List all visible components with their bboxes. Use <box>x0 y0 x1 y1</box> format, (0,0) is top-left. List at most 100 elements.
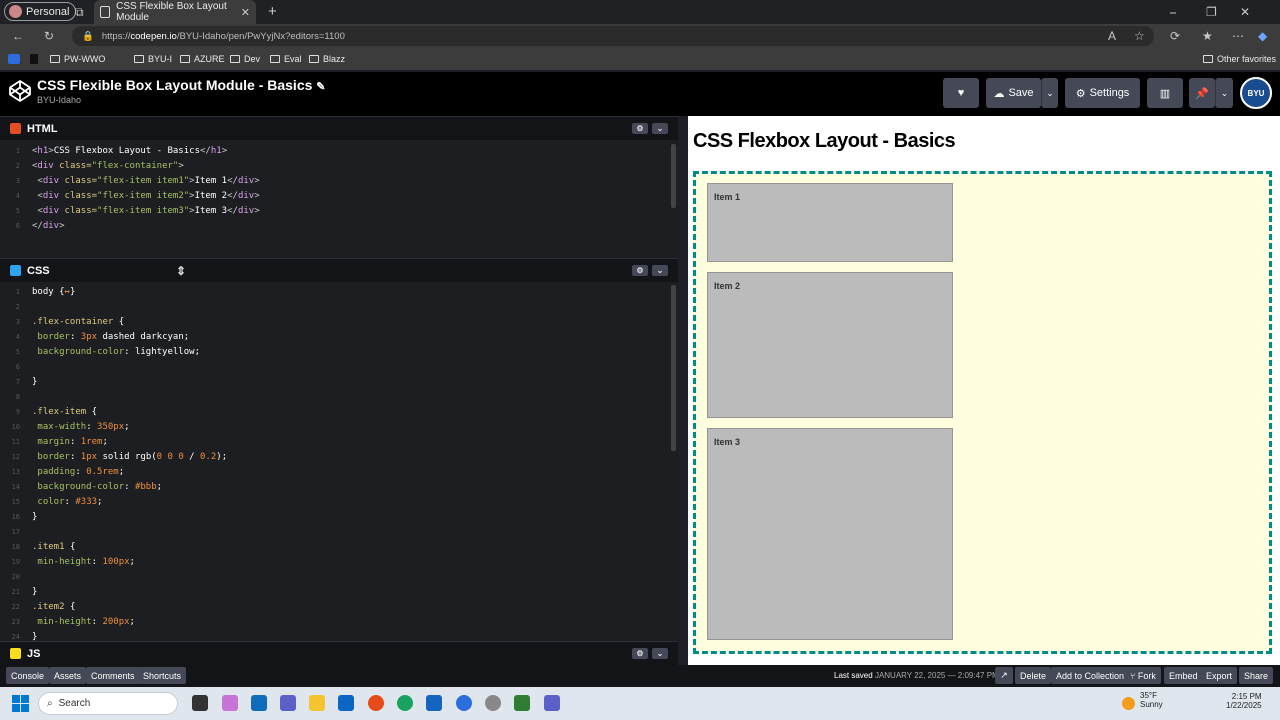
favorite-star-icon[interactable]: ☆ <box>1134 24 1145 48</box>
shortcuts-button[interactable]: Shortcuts <box>138 667 187 684</box>
code-line[interactable]: 5 background-color: lightyellow; <box>0 345 670 360</box>
code-line[interactable]: 22 .item2 { <box>0 600 670 615</box>
code-line[interactable]: 8 <box>0 390 670 405</box>
edit-pencil-icon[interactable]: ✎ <box>316 81 325 93</box>
assets-button[interactable]: Assets <box>49 667 87 684</box>
code-line[interactable]: 3 .flex-container { <box>0 315 670 330</box>
outlook-icon[interactable] <box>251 695 267 711</box>
code-line[interactable]: 3 <div class="flex-item item1">Item 1</d… <box>0 174 670 189</box>
html-scrollbar[interactable] <box>671 144 676 208</box>
comments-button[interactable]: Comments <box>86 667 140 684</box>
edge-icon[interactable] <box>397 695 413 711</box>
weather-widget[interactable]: 35°F Sunny <box>1140 691 1163 709</box>
code-line[interactable]: 2 <div class="flex-container"> <box>0 159 670 174</box>
codepen-logo-icon[interactable] <box>8 79 32 103</box>
file-explorer-icon[interactable] <box>309 695 325 711</box>
resize-handle-icon[interactable]: ⇕ <box>176 264 186 278</box>
minimize-icon[interactable]: ⎯ <box>1170 0 1176 24</box>
code-line[interactable]: 5 <div class="flex-item item3">Item 3</d… <box>0 204 670 219</box>
code-line[interactable]: 4 <div class="flex-item item2">Item 2</d… <box>0 189 670 204</box>
code-line[interactable]: 19 min-height: 100px; <box>0 555 670 570</box>
code-line[interactable]: 11 margin: 1rem; <box>0 435 670 450</box>
delete-button[interactable]: Delete <box>1015 667 1052 684</box>
taskbar-search[interactable]: ⌕ Search <box>38 692 178 715</box>
code-line[interactable]: 6 <box>0 360 670 375</box>
code-line[interactable]: 12 border: 1px solid rgb(0 0 0 / 0.2); <box>0 450 670 465</box>
code-line[interactable]: 18 .item1 { <box>0 540 670 555</box>
tab-actions-icon[interactable]: ⧉ <box>75 0 84 24</box>
more-menu-icon[interactable]: ⋯ <box>1232 24 1244 48</box>
windows-start-icon[interactable] <box>12 695 29 712</box>
other-favorites[interactable]: Other favorites <box>1203 48 1276 70</box>
bookmark-item-2[interactable]: AZURE <box>180 48 225 70</box>
gear-icon[interactable]: ⚙ <box>632 265 648 276</box>
tab-codepen[interactable]: CSS Flexible Box Layout Module ✕ <box>94 0 256 24</box>
settings-button[interactable]: ⚙ Settings <box>1065 78 1140 108</box>
read-aloud-icon[interactable]: A <box>1108 24 1116 48</box>
chevron-down-icon[interactable]: ⌄ <box>652 265 668 276</box>
gear-icon[interactable]: ⚙ <box>632 648 648 659</box>
code-line[interactable]: 2 <box>0 300 670 315</box>
code-line[interactable]: 1 body {↔} <box>0 285 670 300</box>
bookmark-item-1[interactable]: BYU-I <box>134 48 172 70</box>
code-line[interactable]: 10 max-width: 350px; <box>0 420 670 435</box>
pen-owner[interactable]: BYU-Idaho <box>37 95 81 105</box>
save-button[interactable]: ☁ Save <box>986 78 1041 108</box>
back-icon[interactable]: ← <box>12 24 24 48</box>
pen-title[interactable]: CSS Flexible Box Layout Module - Basics … <box>37 77 326 93</box>
bookmark-item-0[interactable]: PW-WWO <box>50 48 105 70</box>
css-scrollbar[interactable] <box>671 285 676 451</box>
fork-button[interactable]: ⑂ Fork <box>1125 667 1161 684</box>
code-line[interactable]: 16} <box>0 510 670 525</box>
close-tab-icon[interactable]: ✕ <box>241 6 250 19</box>
code-line[interactable]: 7} <box>0 375 670 390</box>
change-view-button[interactable]: ▥ <box>1147 78 1183 108</box>
code-line[interactable]: 21} <box>0 585 670 600</box>
close-window-icon[interactable]: ✕ <box>1240 0 1250 24</box>
chevron-down-icon[interactable]: ⌄ <box>652 648 668 659</box>
code-line[interactable]: 4 border: 3px dashed darkcyan; <box>0 330 670 345</box>
zoom-icon[interactable] <box>456 695 472 711</box>
new-tab-icon[interactable]: + <box>268 0 277 24</box>
clock[interactable]: 2:15 PM 1/22/2025 <box>1226 692 1262 710</box>
restore-icon[interactable]: ❐ <box>1206 0 1217 24</box>
store-icon[interactable] <box>426 695 442 711</box>
url-field[interactable]: 🔒 https://codepen.io/BYU-Idaho/pen/PwYyj… <box>72 26 1154 46</box>
vscode-icon[interactable] <box>338 695 354 711</box>
bookmark-item-5[interactable]: Blazz <box>309 48 345 70</box>
embed-button[interactable]: Embed <box>1164 667 1203 684</box>
chevron-down-icon[interactable]: ⌄ <box>652 123 668 134</box>
code-line[interactable]: 23 min-height: 200px; <box>0 615 670 630</box>
profile-button[interactable]: Personal <box>4 2 77 21</box>
code-line[interactable]: 13 padding: 0.5rem; <box>0 465 670 480</box>
extensions-icon[interactable]: ⟳ <box>1170 24 1180 48</box>
task-view-icon[interactable] <box>192 695 208 711</box>
chrome-icon[interactable] <box>368 695 384 711</box>
code-line[interactable]: 17 <box>0 525 670 540</box>
console-button[interactable]: Console <box>6 667 50 684</box>
copilot-icon[interactable]: ◆ <box>1258 24 1267 48</box>
heart-button[interactable]: ♥ <box>943 78 979 108</box>
pin-button[interactable]: 📌 <box>1189 78 1215 108</box>
bookmark-item-4[interactable]: Eval <box>270 48 302 70</box>
user-avatar[interactable]: BYU <box>1240 77 1272 109</box>
open-external-button[interactable]: ↗ <box>995 667 1013 684</box>
code-line[interactable]: 9 .flex-item { <box>0 405 670 420</box>
bookmark-app-icon[interactable] <box>8 48 20 70</box>
code-line[interactable]: 6 </div> <box>0 219 670 234</box>
css-code-area[interactable]: 1 body {↔} 2 3 .flex-container {4 border: 3p… <box>0 285 670 645</box>
teams-icon[interactable] <box>280 695 296 711</box>
share-button[interactable]: Share <box>1239 667 1274 684</box>
export-button[interactable]: Export <box>1201 667 1238 684</box>
add-to-collection-button[interactable]: Add to Collection <box>1051 667 1130 684</box>
teams-work-icon[interactable] <box>544 695 560 711</box>
edge-dev-icon[interactable] <box>514 695 530 711</box>
code-line[interactable]: 15 color: #333; <box>0 495 670 510</box>
favorites-icon[interactable]: ★ <box>1202 24 1213 48</box>
code-line[interactable]: 1 <h1>CSS Flexbox Layout - Basics</h1> <box>0 144 670 159</box>
bookmark-unnamed-icon[interactable] <box>30 48 38 70</box>
settings-app-icon[interactable] <box>485 695 501 711</box>
copilot-app-icon[interactable] <box>222 695 238 711</box>
refresh-icon[interactable]: ↻ <box>44 24 54 48</box>
code-line[interactable]: 20 <box>0 570 670 585</box>
